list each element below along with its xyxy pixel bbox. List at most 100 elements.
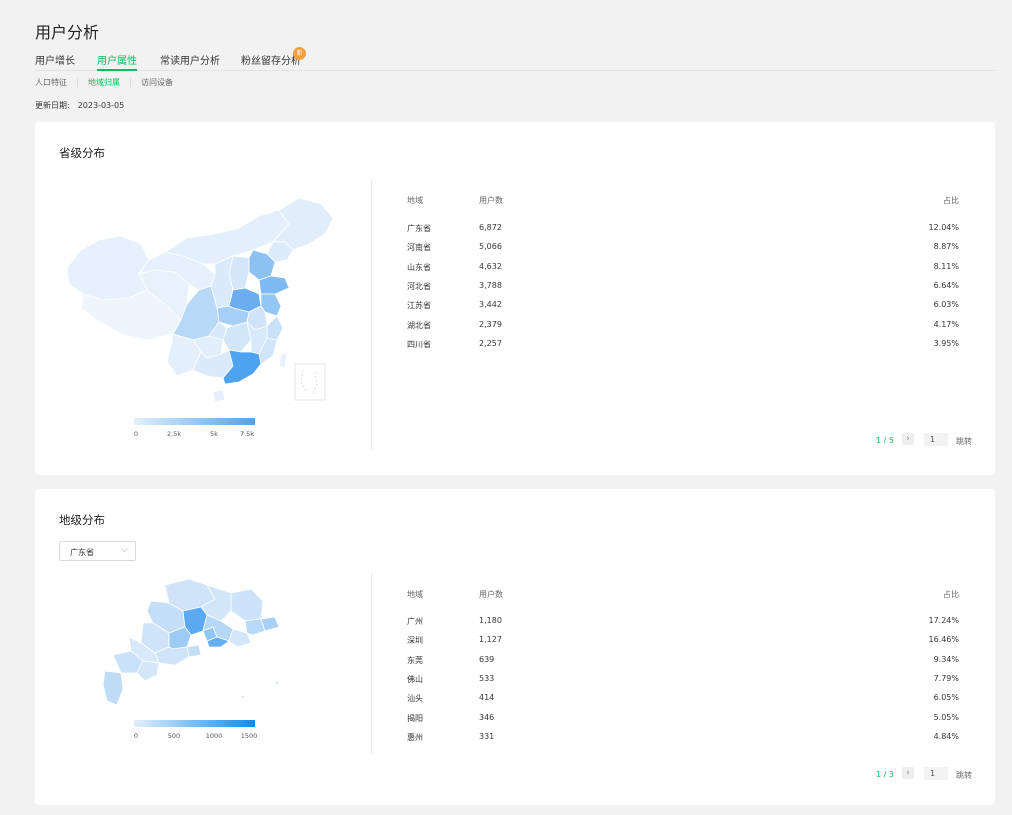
city-table: 地域 用户数 占比 广州 1,180 17.24% 深圳 1,127 16.46% 东莞…	[407, 589, 959, 749]
map-region-zhongshan	[186, 644, 202, 658]
table-row: 汕头 414 6.05%	[407, 693, 959, 705]
cell-region: 揭阳	[407, 714, 423, 723]
table-row: 东莞 639 9.34%	[407, 655, 959, 667]
jump-button[interactable]: 跳转	[956, 436, 972, 447]
tab-fan-retention[interactable]: 粉丝留存分析	[241, 52, 301, 71]
table-row: 四川省 2,257 3.95%	[407, 339, 959, 351]
cell-ratio: 6.03%	[933, 300, 959, 309]
map-island-dot	[275, 681, 279, 685]
map-region-meizhou	[230, 588, 264, 622]
province-select-value: 广东省	[70, 548, 94, 557]
tab-frequent-readers[interactable]: 常读用户分析	[160, 52, 220, 71]
map-island-dot	[242, 696, 244, 698]
table-row: 河北省 3,788 6.64%	[407, 281, 959, 293]
legend-label: 5k	[210, 430, 218, 438]
page-jump-input[interactable]	[924, 433, 948, 446]
sub-tabs: 人口特征 地域归属 访问设备	[35, 77, 173, 88]
legend-label: 0	[133, 430, 139, 438]
cell-region: 江苏省	[407, 301, 431, 310]
map-region-hunan	[222, 321, 252, 353]
next-page-button[interactable]: ›	[902, 767, 914, 779]
subtab-demographics[interactable]: 人口特征	[35, 77, 67, 88]
cell-ratio: 16.46%	[928, 635, 959, 644]
cell-users: 346	[479, 713, 495, 722]
tab-user-growth[interactable]: 用户增长	[35, 52, 75, 71]
table-row: 湖北省 2,379 4.17%	[407, 320, 959, 332]
cell-ratio: 4.17%	[933, 320, 959, 329]
province-divider	[371, 180, 372, 450]
cell-region: 河北省	[407, 282, 431, 291]
south-china-sea-inset	[294, 363, 326, 401]
map-region-xinjiang	[66, 235, 150, 301]
table-row: 江苏省 3,442 6.03%	[407, 300, 959, 312]
cell-region: 汕头	[407, 694, 423, 703]
subtab-divider	[130, 78, 131, 87]
update-date-label: 更新日期:	[35, 101, 70, 110]
cell-ratio: 8.11%	[933, 262, 959, 271]
subtab-divider	[77, 78, 78, 87]
city-pagination: 1 / 3 › 跳转	[876, 767, 976, 781]
jump-button[interactable]: 跳转	[956, 770, 972, 781]
cell-ratio: 3.95%	[933, 339, 959, 348]
subtab-region[interactable]: 地域归属	[88, 77, 120, 88]
cell-ratio: 6.05%	[933, 693, 959, 702]
table-row: 揭阳 346 5.05%	[407, 713, 959, 725]
guangdong-map	[102, 578, 280, 706]
header-ratio: 占比	[943, 196, 959, 205]
cell-region: 河南省	[407, 243, 431, 252]
update-date: 更新日期: 2023-03-05	[35, 100, 124, 111]
province-table: 地域 用户数 占比 广东省 6,872 12.04% 河南省 5,066 8.87% 山…	[407, 195, 959, 355]
cell-users: 331	[479, 732, 495, 741]
table-row: 广州 1,180 17.24%	[407, 616, 959, 628]
table-row: 山东省 4,632 8.11%	[407, 262, 959, 274]
legend-gradient-bar	[134, 418, 255, 425]
cell-region: 佛山	[407, 675, 423, 684]
table-row: 惠州 331 4.84%	[407, 732, 959, 744]
header-region: 地域	[407, 590, 423, 599]
map-region-zhanjiang	[102, 670, 124, 706]
map-region-taiwan	[278, 351, 288, 369]
cell-ratio: 5.05%	[933, 713, 959, 722]
cell-ratio: 8.87%	[933, 242, 959, 251]
cell-users: 5,066	[479, 242, 502, 251]
cell-users: 3,788	[479, 281, 502, 290]
cell-region: 广东省	[407, 224, 431, 233]
province-card: 省级分布 0 2.5k 5k 7.5k 地域 用户数 占比 广东省 6,872 …	[35, 122, 995, 475]
table-row: 广东省 6,872 12.04%	[407, 223, 959, 235]
next-page-button[interactable]: ›	[902, 433, 914, 445]
page-indicator: 1 / 5	[876, 436, 894, 445]
cell-users: 639	[479, 655, 495, 664]
province-pagination: 1 / 5 › 跳转	[876, 433, 976, 447]
province-select[interactable]: 广东省 ⌵	[59, 541, 136, 561]
page-title: 用户分析	[35, 23, 100, 42]
cell-users: 414	[479, 693, 495, 702]
map-region-hainan	[212, 389, 226, 403]
city-card: 地级分布 广东省 ⌵ 0 500 1000 1500 地域 用户数 占比 广州 …	[35, 489, 995, 805]
cell-ratio: 7.79%	[933, 674, 959, 683]
map-region-zhejiang	[266, 315, 284, 341]
header-users: 用户数	[479, 196, 503, 205]
legend-label: 500	[167, 732, 181, 740]
legend-label: 7.5k	[239, 430, 255, 438]
header-region: 地域	[407, 196, 423, 205]
subtab-devices[interactable]: 访问设备	[141, 77, 173, 88]
province-title: 省级分布	[59, 146, 105, 160]
cell-users: 4,632	[479, 262, 502, 271]
map-region-shandong	[258, 275, 290, 295]
page-jump-input[interactable]	[924, 767, 948, 780]
cell-region: 湖北省	[407, 321, 431, 330]
table-row: 佛山 533 7.79%	[407, 674, 959, 686]
cell-users: 6,872	[479, 223, 502, 232]
cell-region: 深圳	[407, 636, 423, 645]
chevron-down-icon: ⌵	[121, 545, 128, 555]
new-badge: 新	[293, 47, 306, 60]
legend-label: 1000	[205, 732, 223, 740]
cell-ratio: 4.84%	[933, 732, 959, 741]
tab-user-attributes[interactable]: 用户属性	[97, 52, 137, 71]
header-users: 用户数	[479, 590, 503, 599]
city-title: 地级分布	[59, 513, 105, 527]
legend-label: 1500	[240, 732, 258, 740]
cell-region: 山东省	[407, 263, 431, 272]
cell-users: 2,379	[479, 320, 502, 329]
legend-gradient-bar	[134, 720, 255, 727]
